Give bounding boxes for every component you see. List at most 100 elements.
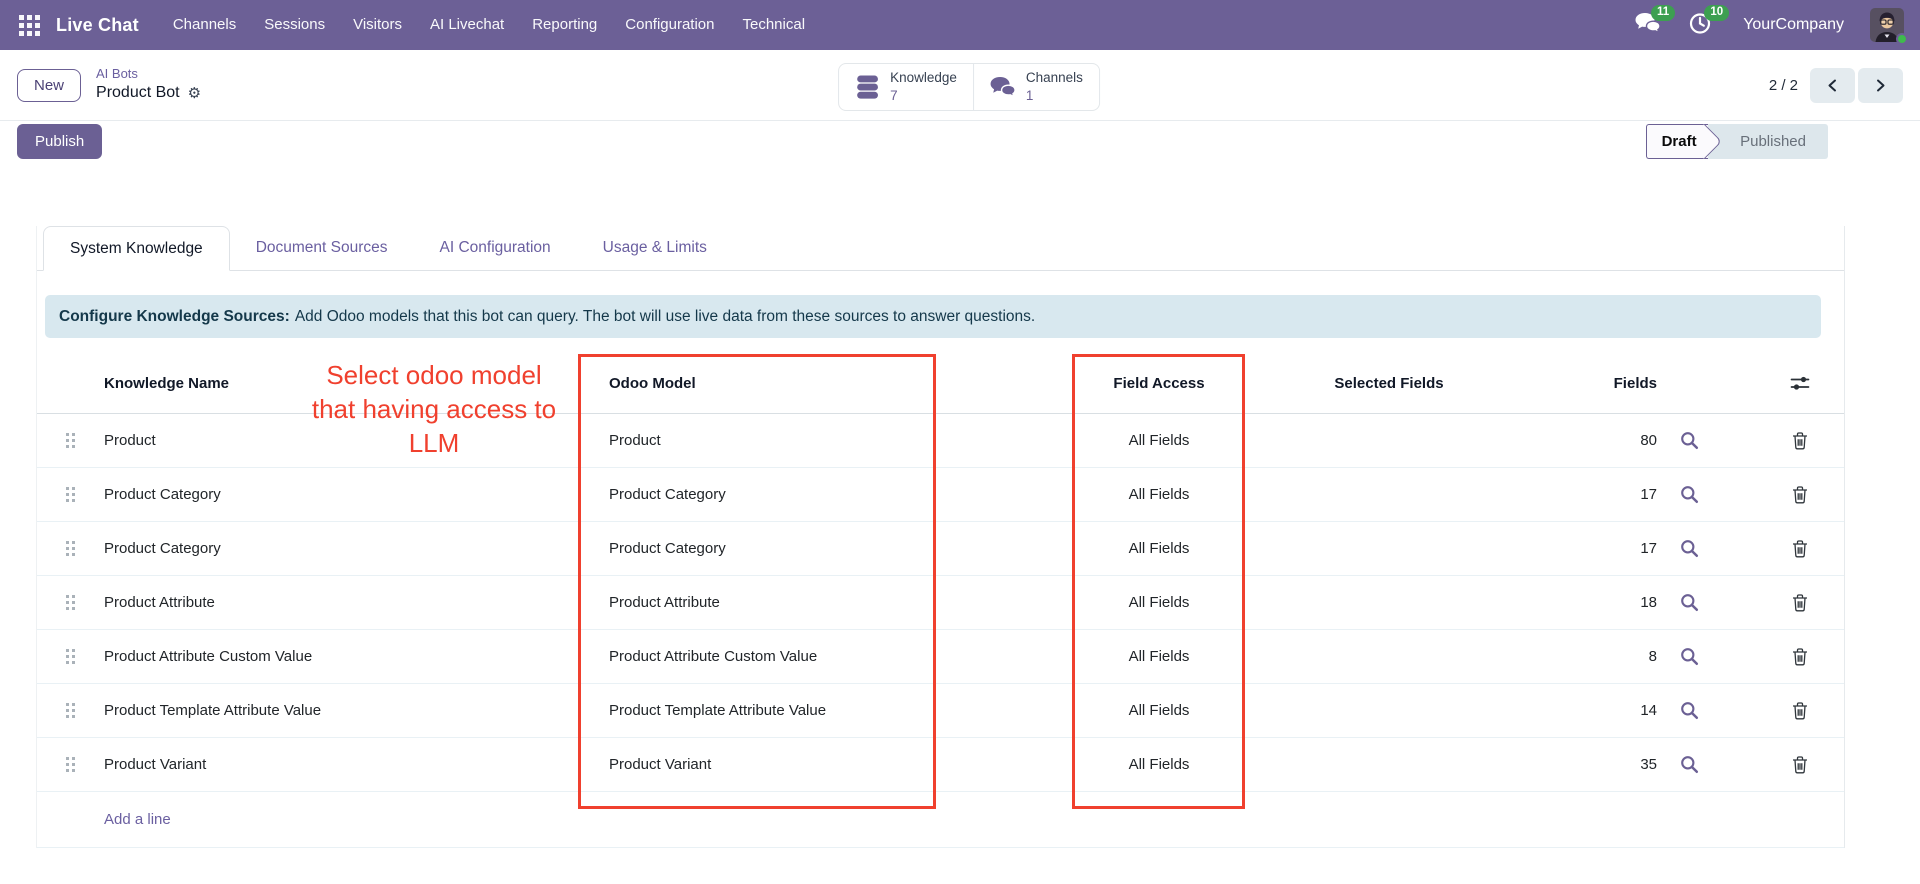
delete-row-button[interactable] xyxy=(1792,648,1844,666)
cell-odoo-model[interactable]: Product Category xyxy=(609,486,1029,503)
cell-fields-count: 18 xyxy=(1640,594,1657,611)
activities-count-badge: 10 xyxy=(1704,5,1729,21)
cell-knowledge-name[interactable]: Product Template Attribute Value xyxy=(104,702,609,719)
form-sheet: System Knowledge Document Sources AI Con… xyxy=(36,226,1845,848)
header-selected-fields: Selected Fields xyxy=(1334,375,1443,392)
cell-odoo-model[interactable]: Product Variant xyxy=(609,756,1029,773)
breadcrumb: AI Bots Product Bot ⚙ xyxy=(96,66,201,104)
table-row: Product Product All Fields 80 xyxy=(37,414,1844,468)
app-title[interactable]: Live Chat xyxy=(56,15,139,36)
trash-icon xyxy=(1792,702,1808,720)
cell-knowledge-name[interactable]: Product Variant xyxy=(104,756,609,773)
nav-item-reporting[interactable]: Reporting xyxy=(518,0,611,50)
cell-fields-count: 80 xyxy=(1640,432,1657,449)
gear-icon[interactable]: ⚙ xyxy=(188,86,201,101)
search-icon xyxy=(1680,593,1699,612)
chevron-left-icon xyxy=(1826,79,1839,92)
comments-icon xyxy=(990,76,1016,99)
apps-grid-icon[interactable] xyxy=(16,12,42,38)
cell-field-access[interactable]: All Fields xyxy=(1129,594,1190,611)
cell-odoo-model[interactable]: Product Template Attribute Value xyxy=(609,702,1029,719)
cell-field-access[interactable]: All Fields xyxy=(1129,486,1190,503)
cell-odoo-model[interactable]: Product Category xyxy=(609,540,1029,557)
stat-button-knowledge[interactable]: Knowledge 7 xyxy=(839,64,973,110)
drag-handle-icon[interactable] xyxy=(66,541,75,557)
nav-item-channels[interactable]: Channels xyxy=(159,0,250,50)
drag-handle-icon[interactable] xyxy=(66,433,75,449)
cell-field-access[interactable]: All Fields xyxy=(1129,702,1190,719)
user-avatar[interactable] xyxy=(1870,8,1904,42)
company-name[interactable]: YourCompany xyxy=(1743,16,1844,34)
table-row: Product Category Product Category All Fi… xyxy=(37,468,1844,522)
drag-handle-icon[interactable] xyxy=(66,487,75,503)
trash-icon xyxy=(1792,432,1808,450)
stat-knowledge-value: 7 xyxy=(890,87,957,105)
top-navbar: Live Chat Channels Sessions Visitors AI … xyxy=(0,0,1920,50)
navbar-systray: 11 10 YourCompany xyxy=(1635,8,1904,42)
stat-channels-label: Channels xyxy=(1026,69,1083,87)
nav-item-sessions[interactable]: Sessions xyxy=(250,0,339,50)
statusbar-stage-published[interactable]: Published xyxy=(1724,124,1828,159)
cell-field-access[interactable]: All Fields xyxy=(1129,540,1190,557)
trash-icon xyxy=(1792,756,1808,774)
cell-knowledge-name[interactable]: Product Attribute Custom Value xyxy=(104,648,609,665)
cell-field-access[interactable]: All Fields xyxy=(1129,756,1190,773)
nav-item-ai-livechat[interactable]: AI Livechat xyxy=(416,0,518,50)
tab-usage-limits[interactable]: Usage & Limits xyxy=(577,226,733,270)
table-body: Product Product All Fields 80 xyxy=(37,414,1844,792)
nav-item-technical[interactable]: Technical xyxy=(729,0,820,50)
column-settings-button[interactable] xyxy=(1790,375,1844,392)
cell-odoo-model[interactable]: Product xyxy=(609,432,1029,449)
search-fields-button[interactable] xyxy=(1680,647,1699,666)
search-fields-button[interactable] xyxy=(1680,755,1699,774)
cell-field-access[interactable]: All Fields xyxy=(1129,648,1190,665)
drag-handle-icon[interactable] xyxy=(66,703,75,719)
drag-handle-icon[interactable] xyxy=(66,649,75,665)
header-knowledge-name: Knowledge Name xyxy=(104,375,609,392)
search-icon xyxy=(1680,539,1699,558)
new-button[interactable]: New xyxy=(17,69,81,102)
tab-ai-configuration[interactable]: AI Configuration xyxy=(414,226,577,270)
delete-row-button[interactable] xyxy=(1792,594,1844,612)
tab-document-sources[interactable]: Document Sources xyxy=(230,226,414,270)
delete-row-button[interactable] xyxy=(1792,702,1844,720)
delete-row-button[interactable] xyxy=(1792,756,1844,774)
nav-item-configuration[interactable]: Configuration xyxy=(611,0,728,50)
publish-button[interactable]: Publish xyxy=(17,124,102,159)
cell-fields-count: 14 xyxy=(1640,702,1657,719)
search-fields-button[interactable] xyxy=(1680,593,1699,612)
control-panel: New AI Bots Product Bot ⚙ Knowledge xyxy=(0,50,1920,121)
delete-row-button[interactable] xyxy=(1792,540,1844,558)
cell-knowledge-name[interactable]: Product Category xyxy=(104,540,609,557)
pager-next-button[interactable] xyxy=(1858,68,1903,103)
statusbar-stage-draft[interactable]: Draft xyxy=(1646,124,1724,159)
cell-knowledge-name[interactable]: Product Category xyxy=(104,486,609,503)
delete-row-button[interactable] xyxy=(1792,486,1844,504)
drag-handle-icon[interactable] xyxy=(66,757,75,773)
tab-system-knowledge[interactable]: System Knowledge xyxy=(43,226,230,271)
pager-previous-button[interactable] xyxy=(1810,68,1855,103)
delete-row-button[interactable] xyxy=(1792,432,1844,450)
search-fields-button[interactable] xyxy=(1680,701,1699,720)
cell-odoo-model[interactable]: Product Attribute xyxy=(609,594,1029,611)
cell-field-access[interactable]: All Fields xyxy=(1129,432,1190,449)
nav-item-visitors[interactable]: Visitors xyxy=(339,0,416,50)
breadcrumb-parent-link[interactable]: AI Bots xyxy=(96,66,201,83)
search-fields-button[interactable] xyxy=(1680,539,1699,558)
stat-button-channels[interactable]: Channels 1 xyxy=(973,64,1099,110)
cell-knowledge-name[interactable]: Product xyxy=(104,432,609,449)
trash-icon xyxy=(1792,594,1808,612)
cell-odoo-model[interactable]: Product Attribute Custom Value xyxy=(609,648,1029,665)
add-a-line-link[interactable]: Add a line xyxy=(37,792,1844,848)
trash-icon xyxy=(1792,486,1808,504)
search-icon xyxy=(1680,701,1699,720)
search-icon xyxy=(1680,485,1699,504)
cell-knowledge-name[interactable]: Product Attribute xyxy=(104,594,609,611)
search-fields-button[interactable] xyxy=(1680,431,1699,450)
messages-button[interactable]: 11 xyxy=(1635,12,1663,38)
search-fields-button[interactable] xyxy=(1680,485,1699,504)
activities-button[interactable]: 10 xyxy=(1689,12,1717,38)
database-icon xyxy=(855,74,880,100)
drag-handle-icon[interactable] xyxy=(66,595,75,611)
stat-knowledge-label: Knowledge xyxy=(890,69,957,87)
